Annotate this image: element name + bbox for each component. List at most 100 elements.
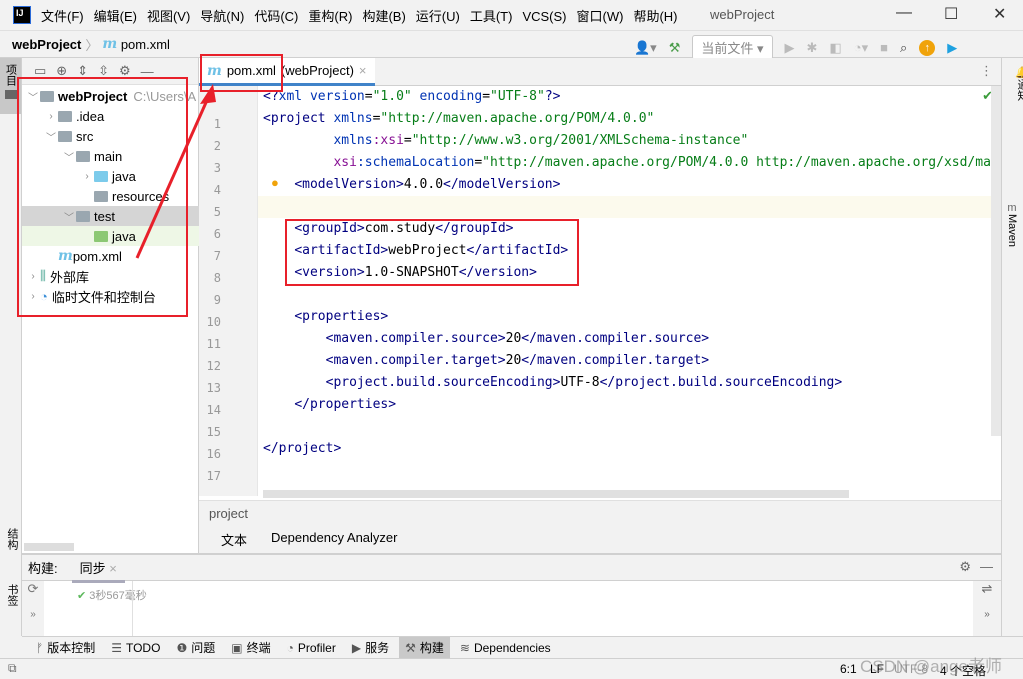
tree-item[interactable]: ﹀ main: [22, 146, 199, 166]
locate-icon[interactable]: ⊕: [56, 63, 67, 79]
update-icon[interactable]: ↑: [919, 39, 936, 56]
search-icon[interactable]: ⌕: [900, 40, 907, 56]
vertical-scrollbar[interactable]: [991, 86, 1001, 436]
soft-wrap-icon[interactable]: ⇌: [973, 581, 1001, 597]
chevron-down-icon[interactable]: ﹀: [62, 209, 76, 224]
horizontal-scrollbar[interactable]: [24, 543, 74, 551]
hide-icon[interactable]: —: [980, 559, 993, 574]
tool-window-build[interactable]: ⚒ 构建: [399, 636, 450, 659]
menu-item[interactable]: 帮助(H): [633, 9, 677, 24]
code-line[interactable]: <project.build.sourceEncoding>UTF-8</pro…: [263, 372, 843, 394]
breadcrumb-project[interactable]: webProject: [12, 37, 81, 52]
code-line[interactable]: xmlns:xsi="http://www.w3.org/2001/XMLSch…: [263, 130, 748, 152]
menu-item[interactable]: 构建(B): [362, 9, 405, 24]
code-line[interactable]: </properties>: [263, 394, 396, 416]
chevron-down-icon[interactable]: ﹀: [44, 129, 58, 144]
build-hammer-icon[interactable]: ⚒: [669, 40, 681, 56]
menu-item[interactable]: VCS(S): [522, 9, 566, 24]
gear-icon[interactable]: ⚙: [959, 559, 971, 575]
right-tool-button[interactable]: m Maven: [1006, 202, 1018, 247]
coverage-icon[interactable]: ◧: [829, 40, 841, 56]
code-line[interactable]: <groupId>com.study</groupId>: [263, 218, 513, 240]
run-config-dropdown[interactable]: 当前文件 ▾: [692, 35, 773, 60]
tab-pom-xml[interactable]: m pom.xml (webProject) ×: [199, 58, 375, 86]
tool-window-dependencies[interactable]: ≋ Dependencies: [454, 637, 557, 659]
chevron-down-icon[interactable]: ﹀: [26, 89, 40, 104]
more-options-icon[interactable]: ⋮: [980, 63, 993, 79]
collapse-all-icon[interactable]: ⇳: [98, 63, 109, 79]
chevron-down-icon[interactable]: ﹀: [62, 149, 76, 164]
chevron-right-icon[interactable]: ›: [44, 111, 58, 122]
tree-item[interactable]: ﹀ test: [22, 206, 199, 226]
panel-icon[interactable]: ▭: [34, 63, 46, 79]
code-line[interactable]: <maven.compiler.target>20</maven.compile…: [263, 350, 710, 372]
menu-item[interactable]: 重构(R): [308, 9, 352, 24]
expand-all-icon[interactable]: ⇕: [77, 63, 88, 79]
more-icon[interactable]: »: [973, 609, 1001, 620]
code-line[interactable]: <?xml version="1.0" encoding="UTF-8"?>: [263, 86, 560, 108]
tool-window-terminal[interactable]: ▣ 终端: [225, 637, 276, 659]
code-line[interactable]: <artifactId>webProject</artifactId>: [263, 240, 568, 262]
tree-item[interactable]: ﹀ src: [22, 126, 199, 146]
code-line[interactable]: <version>1.0-SNAPSHOT</version>: [263, 262, 537, 284]
layout-icon[interactable]: ⧉: [8, 661, 17, 676]
tree-item[interactable]: resources: [22, 186, 199, 206]
tool-window-profiler[interactable]: ◔ Profiler: [281, 637, 342, 659]
chevron-right-icon[interactable]: ›: [80, 171, 94, 182]
code-line[interactable]: </project>: [263, 438, 341, 460]
code-line[interactable]: <maven.compiler.source>20</maven.compile…: [263, 328, 710, 350]
profile-icon[interactable]: ◔▾: [854, 40, 868, 56]
tree-item[interactable]: ﹀ webProject C:\Users\A: [22, 86, 199, 106]
debug-icon[interactable]: ✱: [807, 40, 818, 56]
tree-item[interactable]: › .idea: [22, 106, 199, 126]
code-line[interactable]: xsi:schemaLocation="http://maven.apache.…: [263, 152, 990, 174]
tree-item[interactable]: m pom.xml: [22, 246, 199, 266]
build-result[interactable]: ✔ 3秒567毫秒: [77, 587, 147, 603]
chevron-right-icon[interactable]: ›: [26, 291, 40, 302]
run-icon[interactable]: ▶: [785, 40, 795, 56]
horizontal-scrollbar[interactable]: [263, 490, 849, 498]
menu-item[interactable]: 导航(N): [200, 9, 244, 24]
user-icon[interactable]: 👤▾: [634, 40, 657, 56]
right-tool-button[interactable]: 🔔 通知: [1006, 66, 1023, 101]
maximize-button[interactable]: ☐: [944, 4, 958, 24]
menu-item[interactable]: 运行(U): [416, 9, 460, 24]
tree-item[interactable]: › java: [22, 166, 199, 186]
code-token: xmlns: [333, 133, 373, 148]
tree-item[interactable]: › ⫼ 外部库: [22, 266, 199, 286]
xml-breadcrumb[interactable]: project: [209, 506, 248, 521]
menu-item[interactable]: 窗口(W): [577, 9, 624, 24]
menu-item[interactable]: 工具(T): [470, 9, 513, 24]
lightbulb-icon[interactable]: ●: [271, 175, 279, 190]
tab-dependency-analyzer[interactable]: Dependency Analyzer: [271, 530, 397, 545]
caret-position[interactable]: 6:1: [840, 662, 857, 676]
tool-window-problems[interactable]: ❶ 问题: [170, 637, 221, 659]
hide-icon[interactable]: —: [141, 64, 154, 79]
code-with-me-icon[interactable]: ▶: [947, 40, 957, 56]
menu-item[interactable]: 文件(F): [41, 9, 84, 24]
tree-item[interactable]: › ◔ 临时文件和控制台: [22, 286, 199, 306]
code-line[interactable]: <modelVersion>4.0.0</modelVersion>: [263, 174, 560, 196]
tool-window-services[interactable]: ▶ 服务: [346, 637, 395, 659]
tab-sync[interactable]: 同步 ×: [71, 553, 125, 583]
close-button[interactable]: ✕: [993, 4, 1006, 24]
right-tool-button[interactable]: ≣数据库: [1006, 134, 1023, 180]
tool-window-todo[interactable]: ☰ TODO: [105, 637, 166, 659]
code-line[interactable]: <project xmlns="http://maven.apache.org/…: [263, 108, 654, 130]
breadcrumb-file[interactable]: pom.xml: [121, 37, 170, 52]
minimize-button[interactable]: —: [896, 4, 912, 22]
code-token: UTF-8: [560, 375, 600, 390]
stop-icon[interactable]: ■: [880, 40, 888, 55]
menu-item[interactable]: 代码(C): [254, 9, 298, 24]
close-tab-icon[interactable]: ×: [359, 63, 367, 78]
menu-item[interactable]: 视图(V): [147, 9, 190, 24]
more-icon[interactable]: »: [22, 609, 44, 620]
project-tool-button[interactable]: 项目: [0, 58, 21, 114]
tree-item[interactable]: java: [22, 226, 199, 246]
tool-window-vcs[interactable]: ᚠ 版本控制: [30, 637, 101, 659]
code-line[interactable]: <properties>: [263, 306, 388, 328]
menu-item[interactable]: 编辑(E): [94, 9, 137, 24]
chevron-right-icon[interactable]: ›: [26, 271, 40, 282]
gear-icon[interactable]: ⚙: [119, 63, 131, 79]
refresh-icon[interactable]: ⟳: [22, 581, 44, 597]
